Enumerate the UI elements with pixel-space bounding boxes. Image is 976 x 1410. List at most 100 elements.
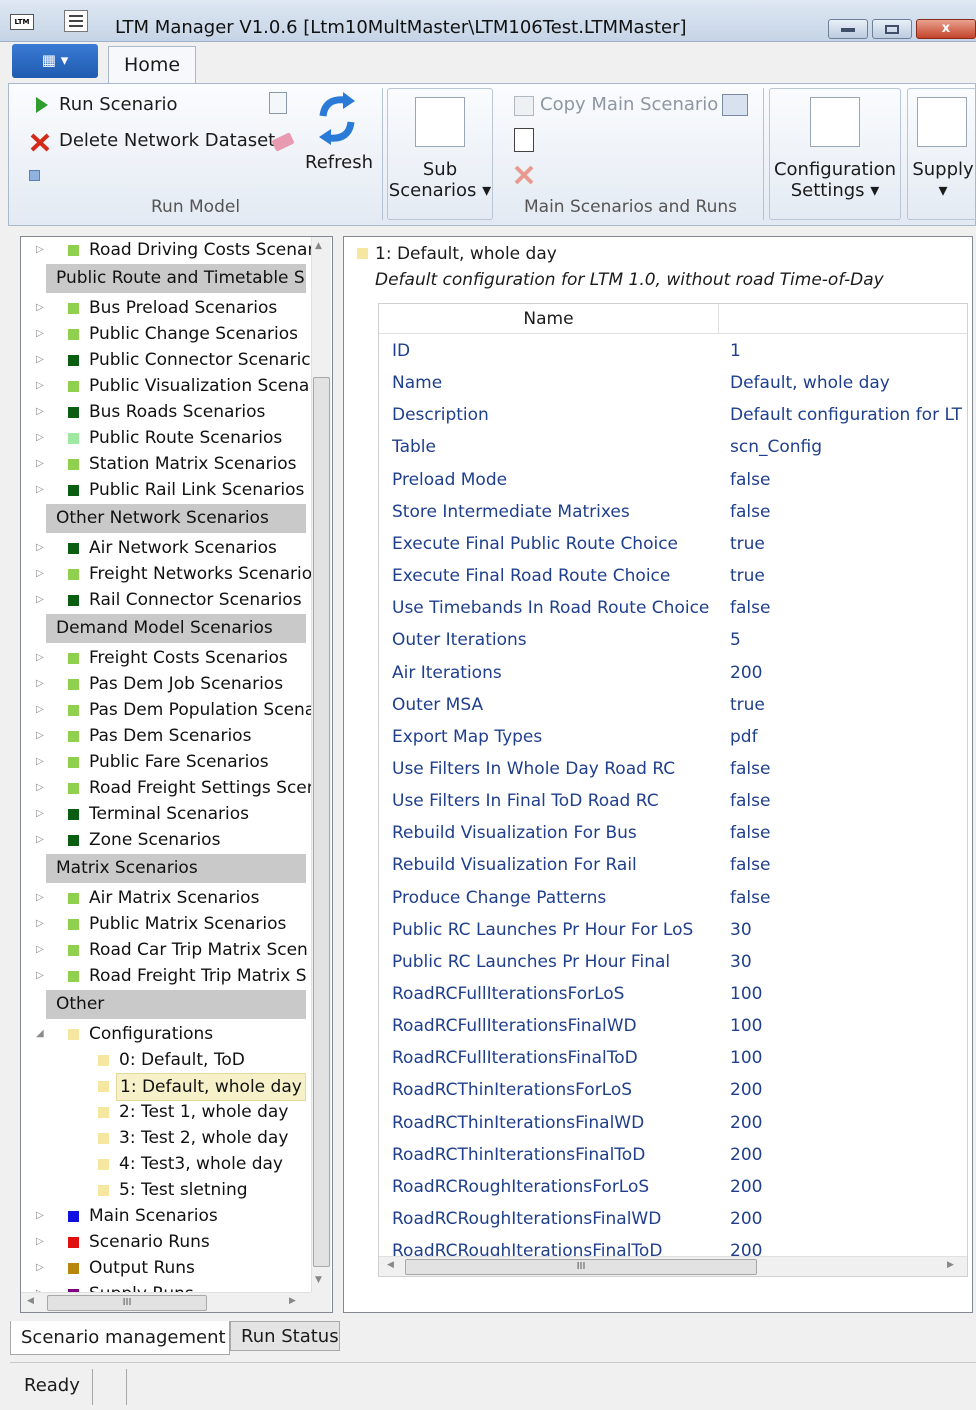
tree-child-item[interactable]: 3: Test 2, whole day xyxy=(21,1125,311,1151)
scroll-right-icon[interactable]: ▶ xyxy=(947,1260,954,1270)
quick-access-icon[interactable] xyxy=(64,10,88,32)
expand-arrow-icon[interactable]: ▷ xyxy=(36,801,48,827)
tree-item[interactable]: ▷ Bus Roads Scenarios xyxy=(21,399,311,425)
property-row[interactable]: Rebuild Visualization For Bus false xyxy=(379,817,967,849)
property-row[interactable]: ID 1 xyxy=(379,335,967,367)
close-button[interactable]: x xyxy=(916,19,976,39)
property-row[interactable]: Public RC Launches Pr Hour For LoS 30 xyxy=(379,914,967,946)
collapse-arrow-icon[interactable]: ◢ xyxy=(36,1021,48,1047)
tree-item[interactable]: ▷ Public Visualization Scena xyxy=(21,373,311,399)
property-row[interactable]: Outer Iterations 5 xyxy=(379,624,967,656)
supply-button[interactable]: Supply ▾ xyxy=(907,88,976,220)
tree-item[interactable]: ▷ Zone Scenarios xyxy=(21,827,311,853)
horizontal-scrollbar[interactable]: ◀ III ▶ xyxy=(21,1292,311,1312)
export-icon[interactable] xyxy=(269,92,287,114)
property-row[interactable]: Use Filters In Whole Day Road RC false xyxy=(379,753,967,785)
property-row[interactable]: Use Timebands In Road Route Choice false xyxy=(379,592,967,624)
expand-arrow-icon[interactable]: ▷ xyxy=(36,749,48,775)
property-row[interactable]: Public RC Launches Pr Hour Final 30 xyxy=(379,946,967,978)
property-row[interactable]: Store Intermediate Matrixes false xyxy=(379,496,967,528)
tree-item[interactable]: ▷ Output Runs xyxy=(21,1255,311,1281)
expand-arrow-icon[interactable]: ▷ xyxy=(36,425,48,451)
scroll-left-icon[interactable]: ◀ xyxy=(27,1296,34,1306)
tree-child-item[interactable]: 4: Test3, whole day xyxy=(21,1151,311,1177)
tree-item[interactable]: ▷ Air Matrix Scenarios xyxy=(21,885,311,911)
expand-arrow-icon[interactable]: ▷ xyxy=(36,827,48,853)
tree-item[interactable]: ▷ Bus Preload Scenarios xyxy=(21,295,311,321)
property-row[interactable]: RoadRCThinIterationsFinalToD 200 xyxy=(379,1139,967,1171)
tree-item[interactable]: ▷ Public Route Scenarios xyxy=(21,425,311,451)
sub-scenarios-button[interactable]: Sub Scenarios ▾ xyxy=(387,88,493,220)
expand-arrow-icon[interactable]: ▷ xyxy=(36,561,48,587)
expand-arrow-icon[interactable]: ▷ xyxy=(36,373,48,399)
tree-item[interactable]: ▷ Public Rail Link Scenarios xyxy=(21,477,311,503)
tree-item[interactable]: ▷ Main Scenarios xyxy=(21,1203,311,1229)
tree-item[interactable]: ▷ Public Change Scenarios xyxy=(21,321,311,347)
tab-scenario-management[interactable]: Scenario management xyxy=(10,1321,230,1355)
tree-child-item[interactable]: 2: Test 1, whole day xyxy=(21,1099,311,1125)
expand-arrow-icon[interactable]: ▷ xyxy=(36,237,48,263)
grid-horizontal-scrollbar[interactable]: ◀ III ▶ xyxy=(379,1256,967,1276)
expand-arrow-icon[interactable]: ▷ xyxy=(36,295,48,321)
expand-arrow-icon[interactable]: ▷ xyxy=(36,1229,48,1255)
property-row[interactable]: Name Default, whole day xyxy=(379,367,967,399)
expand-arrow-icon[interactable]: ▷ xyxy=(36,963,48,989)
scroll-right-icon[interactable]: ▶ xyxy=(289,1296,296,1306)
property-row[interactable]: RoadRCFullIterationsForLoS 100 xyxy=(379,978,967,1010)
small-square-icon[interactable] xyxy=(29,170,40,181)
scroll-left-icon[interactable]: ◀ xyxy=(387,1260,394,1270)
minimize-button[interactable] xyxy=(828,19,868,39)
expand-arrow-icon[interactable]: ▷ xyxy=(36,1255,48,1281)
expand-arrow-icon[interactable]: ▷ xyxy=(36,1203,48,1229)
expand-arrow-icon[interactable]: ▷ xyxy=(36,937,48,963)
tree-item[interactable]: ▷ Freight Costs Scenarios xyxy=(21,645,311,671)
property-row[interactable]: Air Iterations 200 xyxy=(379,657,967,689)
tree-item[interactable]: ▷ Road Car Trip Matrix Scen xyxy=(21,937,311,963)
delete-disabled-icon[interactable] xyxy=(513,164,535,186)
application-menu-button[interactable]: ▦ ▾ xyxy=(12,44,98,78)
tree-item[interactable]: ▷ Pas Dem Job Scenarios xyxy=(21,671,311,697)
property-row[interactable]: Execute Final Road Route Choice true xyxy=(379,560,967,592)
expand-arrow-icon[interactable]: ▷ xyxy=(36,477,48,503)
scroll-up-icon[interactable]: ▲ xyxy=(315,241,322,251)
horizontal-scroll-thumb[interactable]: III xyxy=(47,1295,207,1311)
vertical-scrollbar[interactable]: ▲ ▼ xyxy=(311,237,331,1292)
property-row[interactable]: RoadRCFullIterationsFinalWD 100 xyxy=(379,1010,967,1042)
tab-home[interactable]: Home xyxy=(108,46,196,84)
expand-arrow-icon[interactable]: ▷ xyxy=(36,645,48,671)
expand-arrow-icon[interactable]: ▷ xyxy=(36,885,48,911)
tree-item[interactable]: ▷ Road Freight Settings Scer xyxy=(21,775,314,801)
property-row[interactable]: RoadRCThinIterationsForLoS 200 xyxy=(379,1074,967,1106)
expand-arrow-icon[interactable]: ▷ xyxy=(36,399,48,425)
property-row[interactable]: Outer MSA true xyxy=(379,689,967,721)
tree-item[interactable]: ▷ Rail Connector Scenarios xyxy=(21,587,311,613)
configuration-settings-button[interactable]: Configuration Settings ▾ xyxy=(769,88,901,220)
tree-child-item[interactable]: 0: Default, ToD xyxy=(21,1047,311,1073)
property-row[interactable]: Preload Mode false xyxy=(379,464,967,496)
tree-item[interactable]: ▷ Public Fare Scenarios xyxy=(21,749,311,775)
expand-arrow-icon[interactable]: ▷ xyxy=(36,671,48,697)
tree-item[interactable]: ▷ Public Connector Scenaric xyxy=(21,347,311,373)
expand-arrow-icon[interactable]: ▷ xyxy=(36,775,48,801)
tree-item[interactable]: ▷ Road Driving Costs Scenar xyxy=(21,237,314,263)
tree-item[interactable]: ◢ Configurations xyxy=(21,1021,311,1047)
property-row[interactable]: Produce Change Patterns false xyxy=(379,882,967,914)
property-row[interactable]: Use Filters In Final ToD Road RC false xyxy=(379,785,967,817)
tab-run-status[interactable]: Run Status xyxy=(230,1321,340,1351)
tree-item[interactable]: ▷ Public Matrix Scenarios xyxy=(21,911,311,937)
tree-item[interactable]: ▷ Scenario Runs xyxy=(21,1229,311,1255)
tree-item[interactable]: ▷ Station Matrix Scenarios xyxy=(21,451,311,477)
refresh-button[interactable]: Refresh xyxy=(303,90,373,174)
property-row[interactable]: Execute Final Public Route Choice true xyxy=(379,528,967,560)
tree-item[interactable]: ▷ Terminal Scenarios xyxy=(21,801,311,827)
column-header-name[interactable]: Name xyxy=(379,304,719,334)
property-row[interactable]: RoadRCThinIterationsFinalWD 200 xyxy=(379,1107,967,1139)
expand-arrow-icon[interactable]: ▷ xyxy=(36,723,48,749)
expand-arrow-icon[interactable]: ▷ xyxy=(36,697,48,723)
property-row[interactable]: Export Map Types pdf xyxy=(379,721,967,753)
tree-child-item[interactable]: 5: Test sletning xyxy=(21,1177,311,1203)
property-row[interactable]: RoadRCFullIterationsFinalToD 100 xyxy=(379,1042,967,1074)
maximize-button[interactable] xyxy=(872,19,912,39)
property-row[interactable]: RoadRCRoughIterationsForLoS 200 xyxy=(379,1171,967,1203)
tree-item[interactable]: ▷ Pas Dem Population Scena xyxy=(21,697,315,723)
